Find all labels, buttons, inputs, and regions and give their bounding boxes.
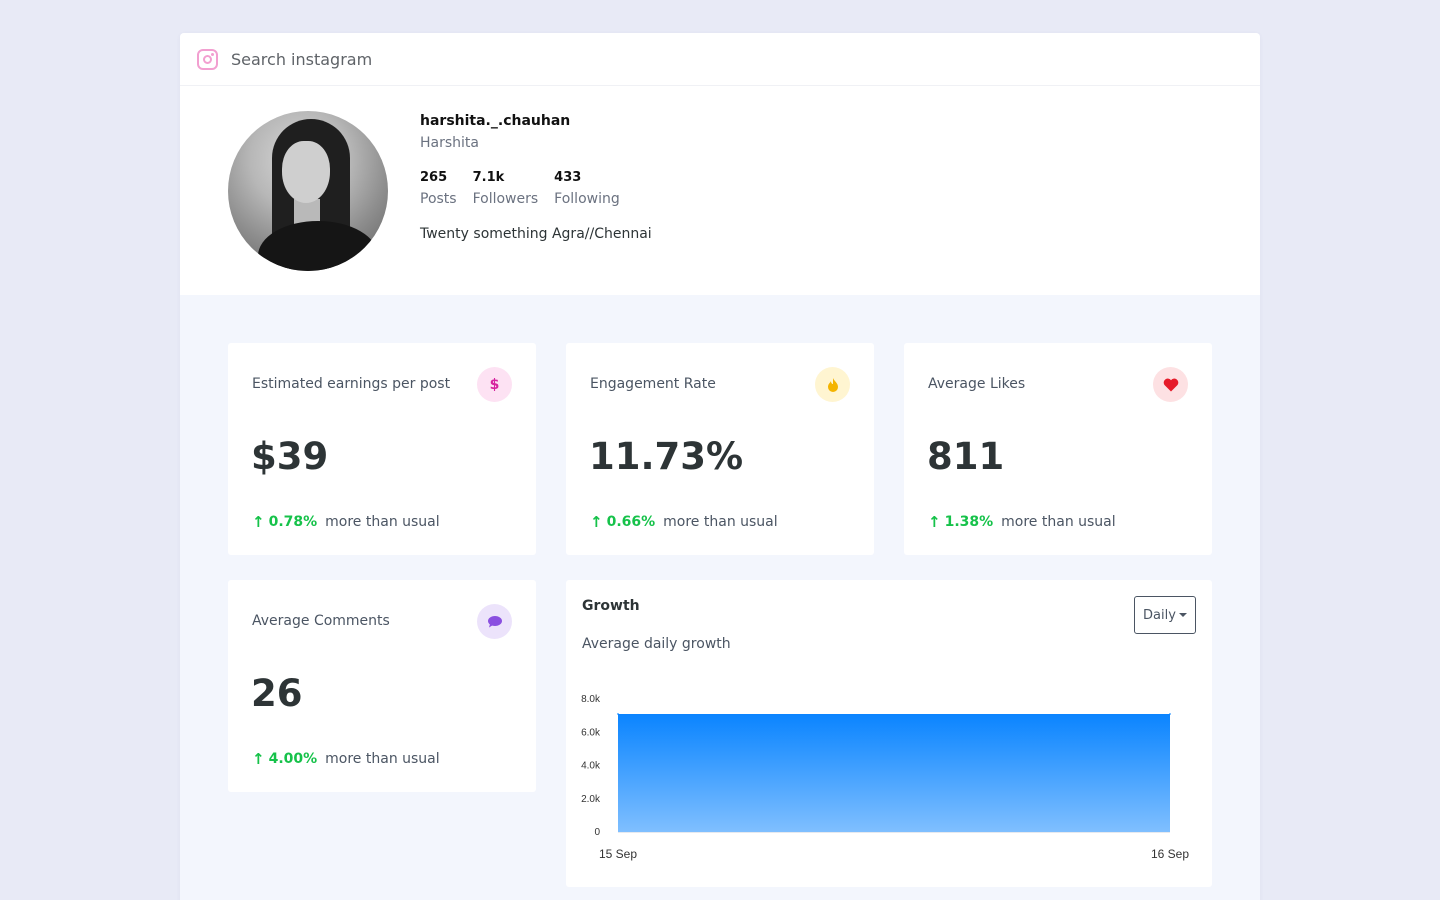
- stat-label: Followers: [472, 191, 539, 207]
- search-input[interactable]: [231, 49, 631, 69]
- full-name: Harshita: [420, 135, 479, 151]
- y-tick-label: 6.0k: [581, 727, 601, 738]
- stat-label: Following: [554, 191, 620, 207]
- metric-suffix: more than usual: [663, 514, 778, 530]
- flame-icon: [815, 367, 850, 402]
- y-tick-label: 4.0k: [581, 761, 601, 772]
- profile-header: harshita._.chauhan Harshita 265 Posts 7.…: [180, 86, 1260, 295]
- metric-title: Average Likes: [928, 376, 1026, 392]
- username: harshita._.chauhan: [420, 113, 571, 129]
- bio: Twenty something Agra//Chennai: [420, 226, 652, 242]
- metric-trend: ↑ 0.66% more than usual: [590, 513, 778, 531]
- y-tick-label: 2.0k: [581, 794, 601, 805]
- metric-trend: ↑ 4.00% more than usual: [252, 750, 440, 768]
- arrow-up-icon: ↑: [252, 750, 265, 768]
- app-window: harshita._.chauhan Harshita 265 Posts 7.…: [180, 33, 1260, 900]
- metric-suffix: more than usual: [325, 751, 440, 767]
- metric-suffix: more than usual: [325, 514, 440, 530]
- x-tick-label: 16 Sep: [1151, 847, 1189, 861]
- arrow-up-icon: ↑: [928, 513, 941, 531]
- stat-value: 7.1k: [472, 170, 505, 185]
- y-tick-label: 0: [594, 827, 600, 838]
- metric-value: $39: [251, 435, 329, 478]
- metric-trend: ↑ 1.38% more than usual: [928, 513, 1116, 531]
- data-point[interactable]: [617, 713, 619, 715]
- dollar-icon: $: [477, 367, 512, 402]
- metric-title: Engagement Rate: [590, 376, 716, 392]
- stat-following: 433 Following: [554, 170, 620, 207]
- stat-followers: 7.1k Followers: [473, 170, 539, 207]
- period-dropdown-label: Daily: [1143, 607, 1176, 623]
- stat-posts: 265 Posts: [420, 170, 457, 207]
- period-dropdown[interactable]: Daily: [1134, 596, 1196, 634]
- instagram-icon: [197, 48, 218, 70]
- growth-chart: 0 2.0k 4.0k 6.0k 8.0k 15 Sep 16 Sep: [581, 694, 1189, 861]
- metric-card-earnings: Estimated earnings per post $ $39 ↑ 0.78…: [228, 343, 536, 555]
- metric-title: Average Comments: [252, 613, 390, 629]
- search-bar: [180, 33, 1260, 86]
- profile-info: harshita._.chauhan Harshita 265 Posts 7.…: [420, 113, 652, 242]
- x-tick-label: 15 Sep: [599, 847, 637, 861]
- stat-label: Posts: [420, 191, 457, 207]
- metric-change: 0.66%: [606, 514, 656, 530]
- growth-area: [618, 713, 1170, 832]
- metric-title: Estimated earnings per post: [252, 376, 451, 392]
- metric-card-comments: Average Comments 26 ↑ 4.00% more than us…: [228, 580, 536, 792]
- metric-suffix: more than usual: [1001, 514, 1116, 530]
- metric-change: 0.78%: [268, 514, 318, 530]
- metric-card-likes: Average Likes 811 ↑ 1.38% more than usua…: [904, 343, 1212, 555]
- metric-trend: ↑ 0.78% more than usual: [252, 513, 440, 531]
- stat-value: 433: [554, 170, 582, 185]
- metric-value: 11.73%: [589, 435, 744, 478]
- growth-card: Growth Average daily growth Daily 0 2.0k 4…: [566, 580, 1212, 887]
- y-tick-label: 8.0k: [581, 694, 601, 705]
- profile-stats: 265 Posts 7.1k Followers 433 Following: [420, 170, 652, 207]
- arrow-up-icon: ↑: [252, 513, 265, 531]
- metric-value: 811: [927, 435, 1005, 478]
- caret-down-icon: [1178, 613, 1187, 617]
- growth-title: Growth: [582, 598, 640, 614]
- metric-change: 1.38%: [944, 514, 994, 530]
- arrow-up-icon: ↑: [590, 513, 603, 531]
- metric-card-engagement: Engagement Rate 11.73% ↑ 0.66% more than…: [566, 343, 874, 555]
- growth-subtitle: Average daily growth: [582, 636, 731, 652]
- heart-icon: [1153, 367, 1188, 402]
- data-point[interactable]: [1169, 713, 1171, 715]
- comment-icon: [477, 604, 512, 639]
- metric-change: 4.00%: [268, 751, 318, 767]
- stat-value: 265: [420, 170, 448, 185]
- metric-value: 26: [251, 672, 303, 715]
- avatar: [228, 111, 388, 271]
